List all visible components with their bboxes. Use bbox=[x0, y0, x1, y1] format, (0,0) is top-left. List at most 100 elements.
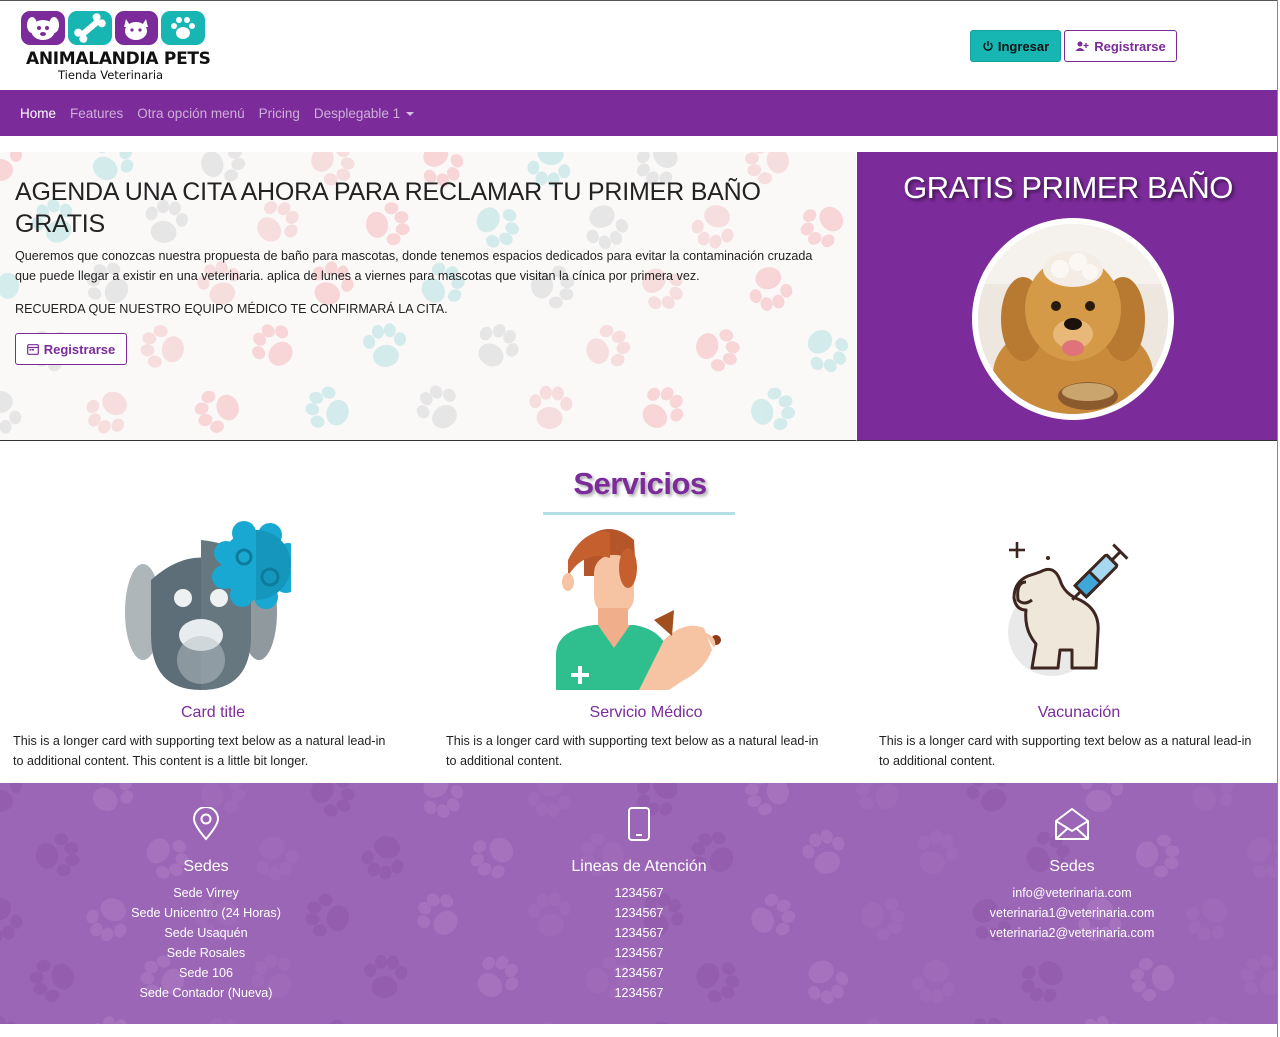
caret-down-icon bbox=[406, 111, 415, 116]
promo-title: GRATIS PRIMER BAÑO bbox=[903, 170, 1233, 205]
paw-print-icon bbox=[529, 385, 573, 429]
bone-icon bbox=[67, 11, 112, 45]
dog-vaccine-icon bbox=[1008, 542, 1129, 676]
dog-bath-icon bbox=[125, 521, 291, 690]
paw-print-icon bbox=[586, 324, 631, 367]
hero-note: RECUERDA QUE NUESTRO EQUIPO MÉDICO TE CO… bbox=[15, 302, 448, 316]
nav-dropdown-label: Desplegable 1 bbox=[313, 105, 401, 121]
paw-print-icon bbox=[1084, 1015, 1120, 1024]
phone-line: 1234567 bbox=[614, 906, 664, 920]
phone-line: 1234567 bbox=[614, 946, 664, 960]
nav-item-features[interactable]: Features bbox=[70, 106, 123, 121]
hero-paragraph: Queremos que conozcas nuestra propuesta … bbox=[15, 249, 813, 283]
login-button[interactable]: Ingresar bbox=[970, 30, 1061, 62]
paw-print-icon bbox=[0, 391, 22, 434]
paw-print-icon bbox=[802, 829, 845, 874]
promo-panel: GRATIS PRIMER BAÑO bbox=[856, 152, 1278, 441]
phone-line: 1234567 bbox=[614, 886, 664, 900]
brand-tagline: Tienda Veterinaria bbox=[58, 68, 164, 82]
main-navbar: Home Features Otra opción menú Pricing D… bbox=[0, 90, 1277, 136]
paw-print-icon bbox=[797, 440, 856, 441]
paw-print-icon bbox=[1247, 837, 1278, 879]
paw-print-icon bbox=[194, 390, 239, 433]
footer-column-title: Sedes bbox=[183, 858, 229, 875]
location-line: Sede Contador (Nueva) bbox=[139, 986, 273, 1000]
paw-print-icon bbox=[478, 324, 519, 367]
brand-logo[interactable]: ANIMALANDIA PETS Tienda Veterinaria bbox=[20, 11, 211, 85]
location-line: Sede Rosales bbox=[166, 946, 246, 960]
paw-print-icon bbox=[416, 385, 457, 429]
calendar-icon bbox=[26, 344, 39, 355]
paw-print-icon bbox=[423, 783, 464, 818]
hero-register-button[interactable]: Registrarse bbox=[15, 333, 127, 365]
promo-dog-photo bbox=[972, 218, 1174, 420]
golden-retriever-image bbox=[978, 224, 1168, 414]
paw-print-icon bbox=[807, 329, 849, 373]
services-heading: Servicios bbox=[573, 466, 707, 501]
services-divider bbox=[543, 512, 735, 515]
paw-print-icon bbox=[751, 387, 796, 431]
nav-item-otra-opcion[interactable]: Otra opción menú bbox=[137, 106, 244, 121]
user-plus-icon bbox=[1075, 41, 1089, 51]
phone-icon bbox=[628, 807, 650, 841]
phone-line: 1234567 bbox=[614, 926, 664, 940]
card-title: Servicio Médico bbox=[589, 704, 703, 721]
dog-face-icon bbox=[21, 11, 65, 45]
paw-print-icon bbox=[534, 1022, 561, 1024]
login-label: Ingresar bbox=[997, 38, 1050, 54]
phone-line: 1234567 bbox=[614, 966, 664, 980]
paw-print-icon bbox=[738, 1012, 798, 1024]
paw-print-icon bbox=[974, 1017, 1002, 1024]
paw-print-icon bbox=[0, 898, 23, 943]
paw-print-icon bbox=[305, 386, 349, 428]
location-line: Sede 106 bbox=[179, 966, 233, 980]
email-link[interactable]: veterinaria1@veterinaria.com bbox=[922, 903, 1222, 923]
paw-print-icon bbox=[866, 1018, 881, 1024]
paw-print-icon bbox=[649, 1022, 676, 1024]
paw-print-icon bbox=[0, 1015, 18, 1024]
paw-print-icon bbox=[855, 783, 899, 810]
paw-print-icon bbox=[252, 324, 293, 366]
paw-print-icon bbox=[1240, 955, 1278, 996]
paw-print-icon bbox=[0, 783, 22, 812]
email-link[interactable]: veterinaria2@veterinaria.com bbox=[922, 923, 1222, 943]
hero-banner: AGENDA UNA CITA AHORA PARA RECLAMAR TU P… bbox=[0, 152, 856, 441]
brand-name: ANIMALANDIA PETS bbox=[26, 49, 211, 69]
paw-print-icon bbox=[855, 152, 856, 166]
site-footer: Sedes Sede Virrey Sede Unicentro (24 Hor… bbox=[0, 783, 1278, 1024]
paw-print-icon bbox=[642, 387, 684, 428]
footer-column-title: Lineas de Atención bbox=[571, 858, 707, 875]
nav-dropdown-desplegable[interactable]: Desplegable 1 bbox=[313, 105, 415, 121]
card-text: This is a longer card with supporting te… bbox=[879, 734, 1252, 768]
paw-print-icon bbox=[361, 836, 404, 880]
register-button[interactable]: Registrarse bbox=[1064, 30, 1177, 62]
paw-print-icon bbox=[412, 1013, 472, 1024]
footer-column-phones: Lineas de Atención 1234567 1234567 12345… bbox=[489, 807, 789, 1003]
location-line: Sede Usaquén bbox=[164, 926, 248, 940]
paw-print-icon bbox=[364, 954, 408, 998]
footer-column-title: Sedes bbox=[1049, 858, 1095, 875]
email-link[interactable]: info@veterinaria.com bbox=[922, 883, 1222, 903]
paw-print-icon bbox=[1021, 961, 1063, 1002]
logo-icons bbox=[21, 11, 205, 45]
paw-print-icon bbox=[86, 391, 127, 434]
card-text: This is a longer card with supporting te… bbox=[13, 734, 386, 768]
paw-print-icon bbox=[1130, 958, 1174, 1001]
nav-item-home[interactable]: Home bbox=[20, 106, 56, 121]
paw-print-icon bbox=[912, 960, 955, 1004]
footer-column-emails: Sedes info@veterinaria.com veterinaria1@… bbox=[922, 807, 1222, 943]
paw-print-icon bbox=[209, 1017, 237, 1024]
paw-print-icon bbox=[861, 898, 905, 941]
location-line: Sede Unicentro (24 Horas) bbox=[131, 906, 281, 920]
card-title: Vacunación bbox=[1037, 704, 1121, 721]
paw-print-icon bbox=[161, 11, 205, 45]
register-label: Registrarse bbox=[1094, 38, 1166, 54]
paw-print-icon bbox=[696, 329, 740, 372]
hero-register-label: Registrarse bbox=[43, 341, 116, 357]
nav-item-pricing[interactable]: Pricing bbox=[259, 106, 300, 121]
paw-print-icon bbox=[140, 325, 184, 368]
location-line: Sede Virrey bbox=[173, 886, 239, 900]
footer-column-locations: Sedes Sede Virrey Sede Unicentro (24 Hor… bbox=[56, 807, 356, 1003]
paw-print-icon bbox=[363, 323, 407, 367]
location-pin-icon bbox=[192, 807, 220, 841]
